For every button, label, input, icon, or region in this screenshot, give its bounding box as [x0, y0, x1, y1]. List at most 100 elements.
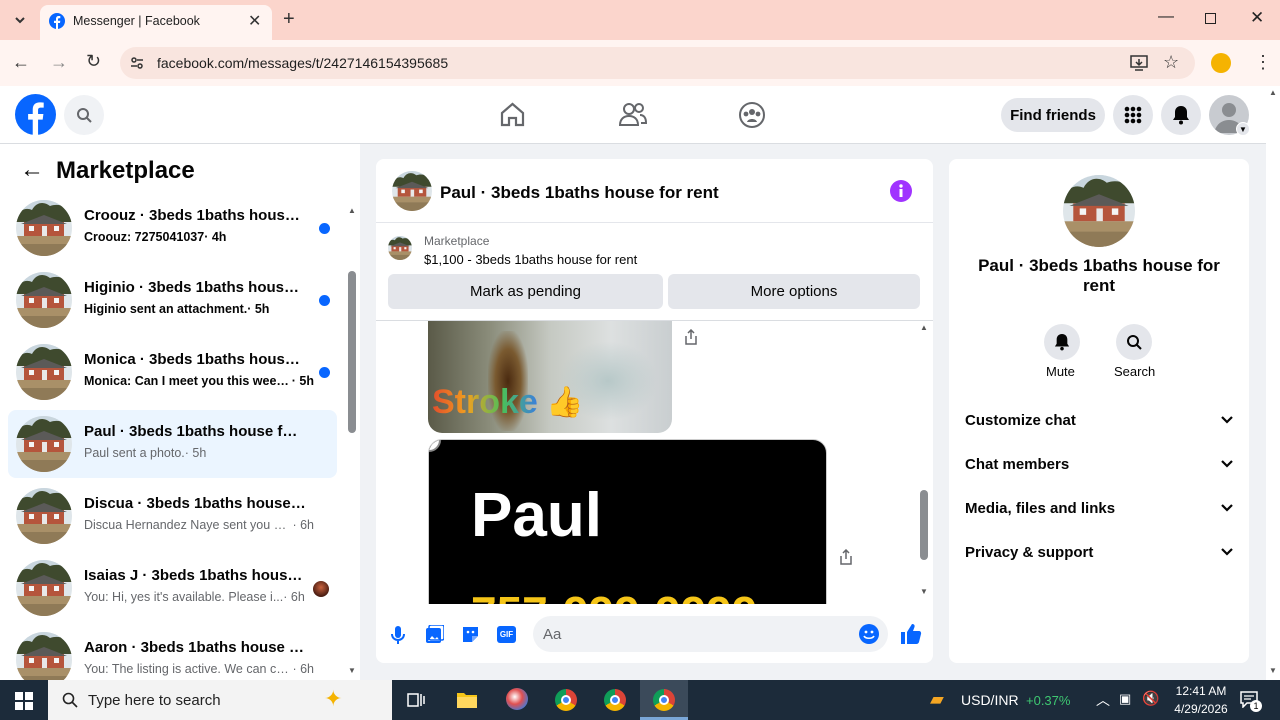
chrome-profile-2-icon[interactable] [604, 689, 626, 711]
chevron-down-icon [1221, 460, 1233, 468]
restore-button[interactable] [1205, 13, 1216, 24]
info-icon[interactable] [890, 180, 912, 202]
conversation-row[interactable]: Monica · 3beds 1baths house for rent Moni… [8, 338, 337, 406]
sticker-icon[interactable] [461, 625, 480, 644]
scrollbar-thumb[interactable] [920, 490, 928, 560]
unread-dot [319, 223, 330, 234]
notification-count: 1 [1250, 700, 1262, 712]
extension-icon[interactable] [1211, 53, 1231, 73]
search-label: Search [1114, 364, 1156, 379]
windows-start-icon[interactable] [15, 692, 33, 710]
conversation-title: Discua · 3beds 1baths house for rent [84, 495, 306, 512]
conversation-row[interactable]: Discua · 3beds 1baths house for rent Disc… [8, 482, 337, 550]
show-hidden-icons[interactable]: ︿ [1096, 690, 1110, 710]
mark-as-pending-button[interactable]: Mark as pending [388, 274, 663, 309]
chrome-active-tab[interactable] [640, 680, 688, 720]
more-options-button[interactable]: More options [668, 274, 920, 309]
home-icon[interactable] [499, 101, 526, 128]
task-view-icon[interactable] [407, 691, 425, 709]
details-section-toggle[interactable]: Privacy & support [965, 537, 1233, 567]
new-tab-button[interactable]: + [283, 8, 295, 31]
conversation-thumbnail [16, 272, 72, 328]
listing-desc[interactable]: $1,100 - 3beds 1baths house for rent [424, 252, 637, 267]
forward-arrow-icon[interactable]: → [50, 52, 68, 73]
conversation-thumbnail [16, 560, 72, 616]
details-section-label: Media, files and links [965, 499, 1116, 517]
conversation-preview-text: Higinio sent an attachment. [84, 302, 248, 316]
tab-search-button[interactable] [8, 8, 32, 32]
search-in-chat-button[interactable] [1116, 324, 1152, 360]
like-icon[interactable] [900, 623, 922, 645]
install-app-icon[interactable] [1130, 55, 1148, 71]
conversation-time: · 6h [292, 518, 314, 532]
conversation-row[interactable]: Higinio · 3beds 1baths house for rent Hig… [8, 266, 337, 334]
minimize-button[interactable]: — [1158, 8, 1174, 26]
taskbar-search-box[interactable]: Type here to search ✦ [48, 680, 392, 720]
share-icon[interactable] [839, 549, 853, 565]
account-chevron-icon[interactable]: ▼ [1236, 122, 1250, 136]
close-window-button[interactable]: ✕ [1250, 8, 1264, 28]
notifications-button[interactable] [1161, 95, 1201, 135]
site-info-icon [131, 57, 143, 69]
browser-menu-icon[interactable]: ⋮ [1254, 52, 1272, 73]
ticker-change: +0.37% [1026, 693, 1071, 708]
microphone-icon[interactable] [391, 625, 405, 645]
conversation-preview: Paul sent a photo. · 5h [84, 446, 314, 460]
tab-close-icon[interactable]: ✕ [248, 11, 261, 31]
back-button[interactable]: ← [20, 156, 44, 184]
photo-message[interactable]: Stroke 👍 [428, 321, 672, 433]
facebook-logo-icon[interactable] [15, 94, 56, 135]
details-section-toggle[interactable]: Customize chat [965, 405, 1233, 435]
bookmark-star-icon[interactable]: ☆ [1163, 52, 1179, 73]
menu-button[interactable] [1113, 95, 1153, 135]
gif-button[interactable]: GIF [497, 626, 516, 643]
message-input[interactable]: Aa [533, 616, 888, 652]
scrollbar-thumb[interactable] [348, 271, 356, 433]
details-section-toggle[interactable]: Media, files and links [965, 493, 1233, 523]
volume-muted-icon[interactable]: 🔇 [1142, 690, 1159, 707]
chevron-down-icon [1221, 504, 1233, 512]
chrome-profile-1-icon[interactable] [555, 689, 577, 711]
device-icon[interactable]: ▣ [1119, 691, 1131, 707]
file-explorer-icon[interactable] [456, 690, 478, 710]
url-box[interactable]: facebook.com/messages/t/2427146154395685… [120, 47, 1195, 79]
conversation-row[interactable]: Croouz · 3beds 1baths house for rent Croo… [8, 194, 337, 262]
search-icon [77, 108, 92, 123]
ticker-label[interactable]: USD/INR [961, 692, 1019, 708]
tab-title: Messenger | Facebook [73, 14, 200, 28]
groups-icon[interactable] [738, 101, 766, 129]
conversation-row[interactable]: Isaias J · 3beds 1baths house for rent Yo… [8, 554, 337, 622]
clock-time[interactable]: 12:41 AM [1170, 684, 1232, 698]
back-arrow-icon[interactable]: ← [12, 52, 30, 73]
seen-avatar [313, 581, 329, 597]
photo-attach-icon[interactable] [425, 625, 444, 644]
details-section-toggle[interactable]: Chat members [965, 449, 1233, 479]
mute-button[interactable] [1044, 324, 1080, 360]
fb-search-button[interactable] [64, 95, 104, 135]
conversation-time: · 6h [283, 590, 305, 604]
conversation-row[interactable]: Paul · 3beds 1baths house for rent Paul s… [8, 410, 337, 478]
conversation-preview-text: You: Hi, yes it's available. Please i... [84, 590, 284, 604]
chat-scrollbar[interactable]: ▲ ▼ [918, 321, 930, 604]
conversation-preview: You: Hi, yes it's available. Please i...… [84, 590, 314, 604]
reload-icon[interactable]: ↻ [86, 51, 101, 72]
paint-app-icon[interactable] [506, 688, 528, 710]
chat-avatar[interactable] [392, 171, 432, 211]
chat-title[interactable]: Paul · 3beds 1baths house for rent [440, 183, 719, 203]
conversation-preview: Higinio sent an attachment. · 5h [84, 302, 314, 316]
share-icon[interactable] [684, 329, 698, 345]
details-avatar[interactable] [1063, 175, 1135, 247]
stock-widget-icon[interactable]: ▰ [930, 689, 944, 710]
sidebar-scrollbar[interactable]: ▲ ▼ [347, 206, 357, 678]
search-icon [62, 692, 78, 708]
clock-date[interactable]: 4/29/2026 [1170, 702, 1232, 716]
details-name: Paul · 3beds 1baths house for rent [978, 256, 1220, 295]
listing-thumb[interactable] [388, 236, 412, 260]
find-friends-button[interactable]: Find friends [1001, 98, 1105, 132]
conversation-thumbnail [16, 344, 72, 400]
browser-tab[interactable]: Messenger | Facebook ✕ [40, 5, 272, 40]
photo-message[interactable]: Paul 757-999-9999 [428, 439, 827, 604]
page-scrollbar[interactable]: ▲ ▼ [1266, 88, 1280, 680]
friends-icon[interactable] [619, 101, 647, 127]
emoji-icon[interactable] [859, 624, 879, 644]
